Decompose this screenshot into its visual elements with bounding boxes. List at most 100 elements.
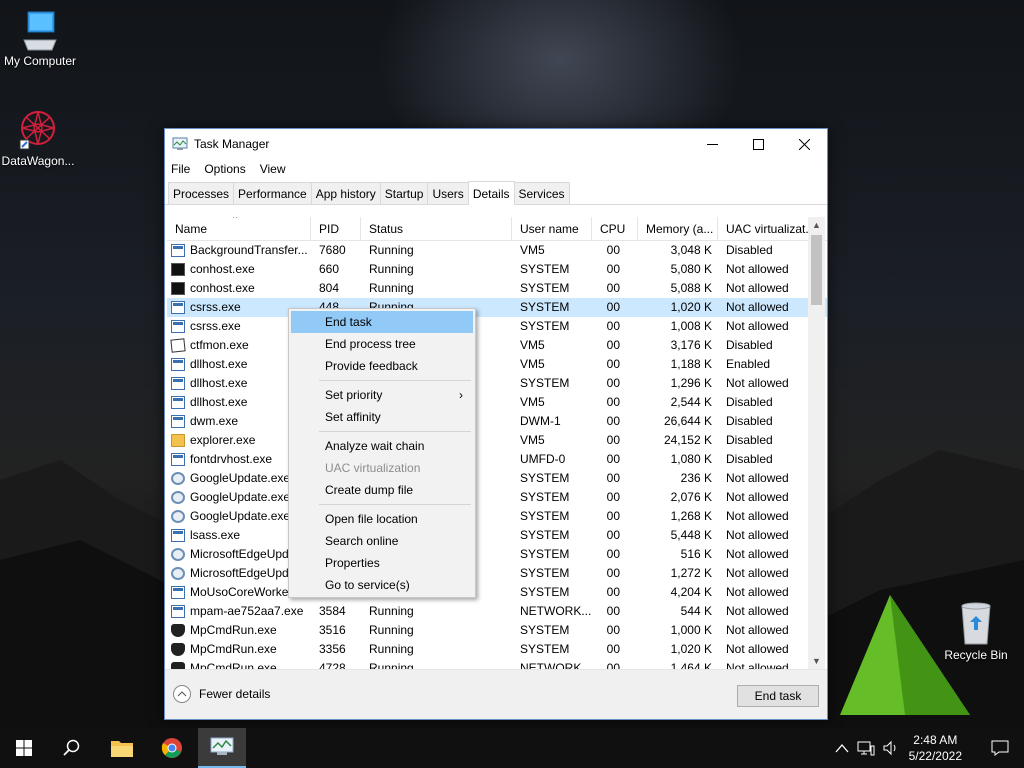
tab-users[interactable]: Users <box>427 182 469 204</box>
table-row[interactable]: MpCmdRun.exe 3516 Running SYSTEM 00 1,000 K No… <box>167 621 827 640</box>
menu-item-provide-feedback[interactable]: Provide feedback <box>291 355 473 377</box>
fewer-details-link[interactable]: Fewer details <box>173 685 270 703</box>
menu-item-set-priority[interactable]: Set priority › <box>291 384 473 406</box>
process-name: dllhost.exe <box>190 357 248 371</box>
tab-performance[interactable]: Performance <box>233 182 312 204</box>
application-icon <box>171 377 185 390</box>
tab-app-history[interactable]: App history <box>310 182 381 204</box>
menu-item-go-to-service-s[interactable]: Go to service(s) <box>291 574 473 596</box>
menu-item-end-task[interactable]: End task <box>291 311 473 333</box>
table-row[interactable]: mpam-ae752aa7.exe 3584 Running NETWORK... 00… <box>167 602 827 621</box>
menu-item-search-online[interactable]: Search online <box>291 530 473 552</box>
desktop-icon-recycle-bin[interactable]: Recycle Bin <box>934 600 1018 662</box>
taskbar-file-explorer[interactable] <box>98 728 146 768</box>
table-row[interactable]: dwm.exe DWM-1 00 26,644 K Disabled <box>167 412 827 431</box>
taskbar-task-manager[interactable] <box>198 728 246 768</box>
cell-user-name: SYSTEM <box>520 490 570 504</box>
desktop-icon-datawagon[interactable]: DataWagon... <box>0 108 80 168</box>
table-row[interactable]: dllhost.exe SYSTEM 00 1,296 K Not allowed <box>167 374 827 393</box>
table-row[interactable]: dllhost.exe VM5 00 2,544 K Disabled <box>167 393 827 412</box>
column-header-uac-virtualization[interactable]: UAC virtualizat... <box>718 217 814 241</box>
table-row[interactable]: fontdrvhost.exe UMFD-0 00 1,080 K Disabled <box>167 450 827 469</box>
menu-item-analyze-wait-chain[interactable]: Analyze wait chain <box>291 435 473 457</box>
action-center-button[interactable] <box>976 728 1024 768</box>
cell-cpu: 00 <box>606 547 620 561</box>
column-header-pid[interactable]: PID <box>311 217 361 241</box>
column-header-cpu[interactable]: CPU <box>592 217 638 241</box>
column-header-user-name[interactable]: User name <box>512 217 592 241</box>
cell-memory: 3,176 K <box>670 338 712 352</box>
table-row[interactable]: ctfmon.exe VM5 00 3,176 K Disabled <box>167 336 827 355</box>
table-row[interactable]: BackgroundTransfer... 7680 Running VM5 00 3,0… <box>167 241 827 260</box>
cell-pid: 7680 <box>319 243 346 257</box>
cell-pid: 3584 <box>319 604 346 618</box>
scroll-up-icon[interactable]: ▲ <box>808 217 825 233</box>
cell-cpu: 00 <box>606 471 620 485</box>
taskbar-chrome[interactable] <box>148 728 196 768</box>
title-bar[interactable]: Task Manager <box>165 129 827 159</box>
menu-item-open-file-location[interactable]: Open file location <box>291 508 473 530</box>
clock[interactable]: 2:48 AM 5/22/2022 <box>909 732 962 764</box>
speaker-icon[interactable] <box>883 740 899 756</box>
table-row[interactable]: csrss.exe 448 Running SYSTEM 00 1,020 K Not al… <box>167 298 827 317</box>
column-header-status[interactable]: Status <box>361 217 512 241</box>
table-row[interactable]: GoogleUpdate.exe SYSTEM 00 236 K Not allowed <box>167 469 827 488</box>
table-row[interactable]: GoogleUpdate.exe SYSTEM 00 1,268 K Not allow… <box>167 507 827 526</box>
menu-options[interactable]: Options <box>204 162 245 176</box>
chevron-up-icon <box>173 685 191 703</box>
shield-icon <box>171 662 185 669</box>
cell-uac-virtualization: Disabled <box>726 243 773 257</box>
table-row[interactable]: explorer.exe VM5 00 24,152 K Disabled <box>167 431 827 450</box>
cell-user-name: SYSTEM <box>520 623 570 637</box>
cell-status: Running <box>369 262 414 276</box>
scroll-down-icon[interactable]: ▼ <box>808 653 825 669</box>
table-row[interactable]: conhost.exe 660 Running SYSTEM 00 5,080 K Not … <box>167 260 827 279</box>
table-row[interactable]: dllhost.exe VM5 00 1,188 K Enabled <box>167 355 827 374</box>
search-button[interactable] <box>48 728 96 768</box>
column-header-memory[interactable]: Memory (a... <box>638 217 718 241</box>
cell-memory: 236 K <box>680 471 712 485</box>
table-row[interactable]: MpCmdRun.exe 4728 Running NETWORK... 00 1,464… <box>167 659 827 669</box>
computer-icon <box>23 11 57 51</box>
table-row[interactable]: conhost.exe 804 Running SYSTEM 00 5,088 K Not … <box>167 279 827 298</box>
menu-file[interactable]: File <box>171 162 190 176</box>
cell-uac-virtualization: Disabled <box>726 414 773 428</box>
minimize-button[interactable] <box>689 129 735 159</box>
cell-status: Running <box>369 604 414 618</box>
network-icon[interactable] <box>857 740 875 756</box>
menu-item-end-process-tree[interactable]: End process tree <box>291 333 473 355</box>
menu-view[interactable]: View <box>260 162 286 176</box>
menu-item-label: Analyze wait chain <box>325 439 425 453</box>
table-row[interactable]: MoUsoCoreWorker SYSTEM 00 4,204 K Not allowe… <box>167 583 827 602</box>
table-row[interactable]: csrss.exe SYSTEM 00 1,008 K Not allowed <box>167 317 827 336</box>
vertical-scrollbar[interactable]: ▲ ▼ <box>808 217 825 669</box>
tab-services[interactable]: Services <box>513 182 570 204</box>
menu-item-create-dump-file[interactable]: Create dump file <box>291 479 473 501</box>
table-row[interactable]: MicrosoftEdgeUpda SYSTEM 00 1,272 K Not allo… <box>167 564 827 583</box>
column-header-name[interactable]: Name <box>167 217 311 241</box>
scrollbar-thumb[interactable] <box>811 235 822 305</box>
tab-startup[interactable]: Startup <box>379 182 429 204</box>
cell-name: conhost.exe <box>167 279 311 298</box>
table-row[interactable]: MicrosoftEdgeUpda SYSTEM 00 516 K Not allowe… <box>167 545 827 564</box>
table-row[interactable]: MpCmdRun.exe 3356 Running SYSTEM 00 1,020 K No… <box>167 640 827 659</box>
close-button[interactable] <box>781 129 827 159</box>
cell-cpu: 00 <box>606 243 620 257</box>
start-button[interactable] <box>0 728 48 768</box>
end-task-button[interactable]: End task <box>737 685 819 707</box>
process-table: ^ Name PID Status User name CPU Memory (… <box>167 217 827 669</box>
menu-item-set-affinity[interactable]: Set affinity <box>291 406 473 428</box>
table-row[interactable]: GoogleUpdate.exe SYSTEM 00 2,076 K Not allow… <box>167 488 827 507</box>
chevron-up-icon[interactable] <box>835 743 849 753</box>
tab-details[interactable]: Details <box>467 181 515 205</box>
desktop-icon-my-computer[interactable]: My Computer <box>0 10 82 68</box>
maximize-button[interactable] <box>735 129 781 159</box>
menu-item-properties[interactable]: Properties <box>291 552 473 574</box>
cell-uac-virtualization: Disabled <box>726 433 773 447</box>
table-row[interactable]: lsass.exe SYSTEM 00 5,448 K Not allowed <box>167 526 827 545</box>
cell-user-name: UMFD-0 <box>520 452 566 466</box>
menu-separator <box>319 431 471 432</box>
tab-processes[interactable]: Processes <box>168 182 235 204</box>
process-name: explorer.exe <box>190 433 256 447</box>
cell-memory: 1,000 K <box>670 623 712 637</box>
